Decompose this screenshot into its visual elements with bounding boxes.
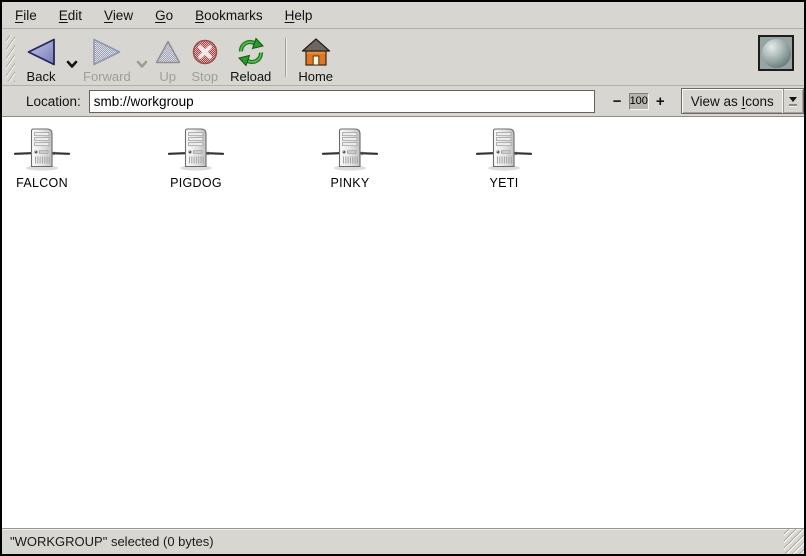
back-button[interactable]: Back — [19, 34, 63, 86]
reload-label: Reload — [230, 69, 271, 84]
toolbar: Back Forward U — [2, 29, 804, 86]
menu-go[interactable]: Go — [144, 4, 184, 27]
home-button[interactable]: Home — [294, 34, 338, 86]
icon-view: FALCON P — [2, 117, 804, 528]
throbber — [758, 35, 794, 71]
location-input[interactable] — [89, 90, 595, 113]
stop-icon — [191, 36, 219, 68]
view-as-dropdown[interactable]: View as Icons — [681, 88, 804, 114]
forward-history-dropdown[interactable] — [133, 44, 151, 84]
server-item-label: YETI — [490, 176, 519, 190]
back-history-dropdown[interactable] — [63, 44, 81, 84]
stop-label: Stop — [191, 69, 218, 84]
reload-icon — [235, 36, 267, 68]
dropdown-indicator-icon — [783, 89, 803, 113]
menu-file[interactable]: File — [4, 4, 48, 27]
location-label: Location: — [26, 94, 81, 109]
reload-button[interactable]: Reload — [225, 34, 277, 86]
status-text: "WORKGROUP" selected (0 bytes) — [10, 534, 214, 549]
menu-view[interactable]: View — [93, 4, 144, 27]
network-server-icon — [14, 127, 70, 173]
chevron-down-icon — [136, 60, 148, 69]
network-server-icon — [322, 127, 378, 173]
network-server-icon — [476, 127, 532, 173]
menu-bar: File Edit View Go Bookmarks Help — [2, 2, 804, 29]
forward-icon — [90, 36, 124, 68]
server-item-falcon[interactable]: FALCON — [4, 127, 80, 190]
chevron-down-icon — [66, 60, 78, 69]
server-item-pinky[interactable]: PINKY — [312, 127, 388, 190]
zoom-in-button[interactable]: + — [652, 94, 669, 109]
menu-help[interactable]: Help — [274, 4, 324, 27]
home-label: Home — [298, 69, 333, 84]
zoom-out-button[interactable]: − — [609, 94, 626, 109]
location-bar: Location: − 100 + View as Icons — [2, 86, 804, 117]
view-as-label: View as Icons — [682, 94, 783, 109]
file-manager-window: File Edit View Go Bookmarks Help Back — [0, 0, 806, 556]
network-server-icon — [168, 127, 224, 173]
toolbar-drag-handle[interactable] — [6, 35, 15, 82]
forward-label: Forward — [83, 69, 131, 84]
up-button[interactable]: Up — [151, 34, 185, 86]
server-item-label: PINKY — [330, 176, 369, 190]
server-item-label: FALCON — [16, 176, 68, 190]
server-item-pigdog[interactable]: PIGDOG — [158, 127, 234, 190]
back-icon — [24, 36, 58, 68]
back-label: Back — [27, 69, 56, 84]
menu-edit[interactable]: Edit — [48, 4, 93, 27]
home-icon — [300, 36, 332, 68]
stop-button[interactable]: Stop — [185, 34, 225, 86]
forward-button[interactable]: Forward — [81, 34, 133, 86]
server-item-label: PIGDOG — [170, 176, 222, 190]
status-bar: "WORKGROUP" selected (0 bytes) — [2, 528, 804, 554]
up-label: Up — [159, 69, 176, 84]
up-icon — [154, 36, 182, 68]
resize-grip[interactable] — [784, 529, 804, 554]
toolbar-separator — [285, 38, 286, 77]
zoom-level: 100 — [629, 93, 649, 110]
throbber-sphere-icon — [762, 39, 791, 68]
server-item-yeti[interactable]: YETI — [466, 127, 542, 190]
menu-bookmarks[interactable]: Bookmarks — [184, 4, 274, 27]
